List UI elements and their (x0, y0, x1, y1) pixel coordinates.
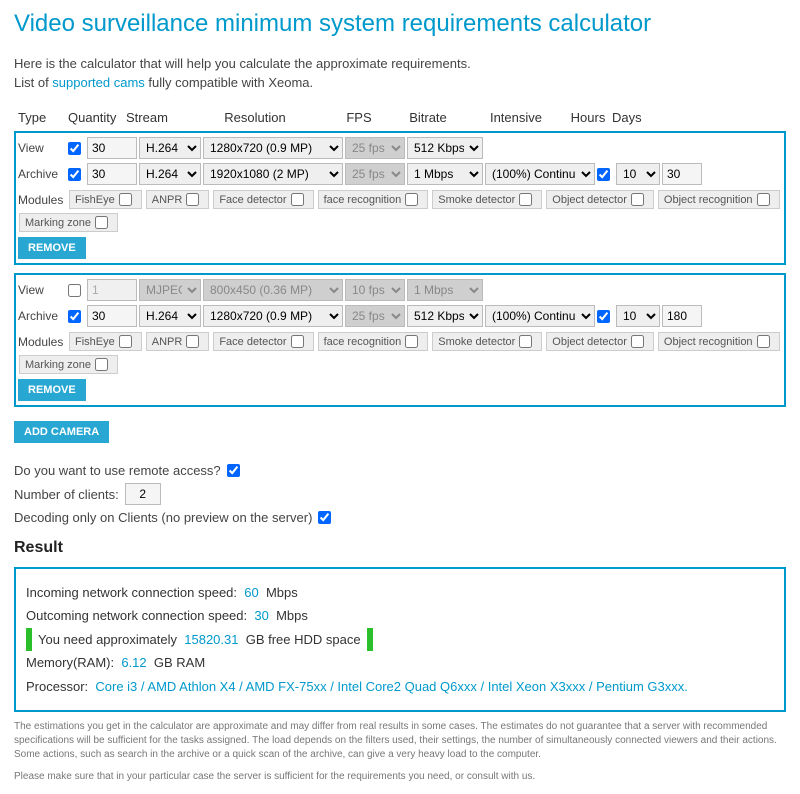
archive-res-select[interactable]: 1280x720 (0.9 MP) (203, 305, 343, 327)
module-fisheye[interactable]: FishEye (69, 190, 142, 209)
clients-input[interactable] (125, 483, 161, 505)
module-anpr[interactable]: ANPR (146, 332, 210, 351)
view-res-select[interactable]: 800x450 (0.36 MP) (203, 279, 343, 301)
remove-button[interactable]: REMOVE (18, 379, 86, 401)
archive-label: Archive (18, 167, 66, 181)
archive-hours-checkbox[interactable] (597, 310, 610, 323)
module-anpr[interactable]: ANPR (146, 190, 210, 209)
archive-fps-select[interactable]: 25 fps (345, 163, 405, 185)
clients-label: Number of clients: (14, 487, 119, 502)
archive-stream-select[interactable]: H.264 (139, 163, 201, 185)
module-object-recognition[interactable]: Object recognition (658, 190, 780, 209)
archive-qty-input[interactable] (87, 305, 137, 327)
module-face-recognition[interactable]: face recognition (318, 190, 429, 209)
view-checkbox[interactable] (68, 142, 81, 155)
archive-days-input[interactable] (662, 163, 702, 185)
hdd-value: 15820.31 (184, 632, 238, 647)
archive-label: Archive (18, 309, 66, 323)
remote-access-checkbox[interactable] (227, 464, 240, 477)
archive-hours-checkbox[interactable] (597, 168, 610, 181)
archive-hours-select[interactable]: 10 (616, 305, 660, 327)
module-object-detector[interactable]: Object detector (546, 332, 654, 351)
incoming-speed-value: 60 (244, 585, 258, 600)
archive-stream-select[interactable]: H.264 (139, 305, 201, 327)
module-object-recognition[interactable]: Object recognition (658, 332, 780, 351)
cpu-value: Core i3 / AMD Athlon X4 / AMD FX-75xx / … (95, 679, 687, 694)
archive-res-select[interactable]: 1920x1080 (2 MP) (203, 163, 343, 185)
archive-intensive-select[interactable]: (100%) Continu (485, 163, 595, 185)
module-marking-zone[interactable]: Marking zone (19, 213, 118, 232)
module-face-detector[interactable]: Face detector (213, 332, 313, 351)
archive-bitrate-select[interactable]: 1 Mbps (407, 163, 483, 185)
view-qty-input[interactable] (87, 279, 137, 301)
archive-hours-select[interactable]: 10 (616, 163, 660, 185)
view-label: View (18, 141, 66, 155)
view-stream-select[interactable]: MJPEG (139, 279, 201, 301)
module-smoke-detector[interactable]: Smoke detector (432, 190, 542, 209)
view-res-select[interactable]: 1280x720 (0.9 MP) (203, 137, 343, 159)
view-stream-select[interactable]: H.264 (139, 137, 201, 159)
remove-button[interactable]: REMOVE (18, 237, 86, 259)
result-heading: Result (14, 539, 786, 557)
module-face-detector[interactable]: Face detector (213, 190, 313, 209)
hdd-line: You need approximately 15820.31 GB free … (26, 628, 373, 651)
intro-line-2: List of supported cams fully compatible … (14, 75, 786, 90)
ram-value: 6.12 (121, 655, 146, 670)
archive-checkbox[interactable] (68, 168, 81, 181)
archive-qty-input[interactable] (87, 163, 137, 185)
column-headers: Type Quantity Stream Resolution FPS Bitr… (14, 104, 786, 131)
view-bitrate-select[interactable]: 1 Mbps (407, 279, 483, 301)
archive-bitrate-select[interactable]: 512 Kbps (407, 305, 483, 327)
view-checkbox[interactable] (68, 284, 81, 297)
module-smoke-detector[interactable]: Smoke detector (432, 332, 542, 351)
module-marking-zone[interactable]: Marking zone (19, 355, 118, 374)
modules-label: Modules (18, 193, 66, 207)
archive-intensive-select[interactable]: (100%) Continu (485, 305, 595, 327)
module-fisheye[interactable]: FishEye (69, 332, 142, 351)
remote-access-label: Do you want to use remote access? (14, 463, 221, 478)
view-bitrate-select[interactable]: 512 Kbps (407, 137, 483, 159)
supported-cams-link[interactable]: supported cams (52, 75, 145, 90)
footnote-2: Please make sure that in your particular… (14, 770, 786, 784)
archive-checkbox[interactable] (68, 310, 81, 323)
decode-checkbox[interactable] (318, 511, 331, 524)
intro-line-1: Here is the calculator that will help yo… (14, 56, 786, 71)
view-qty-input[interactable] (87, 137, 137, 159)
page-title: Video surveillance minimum system requir… (14, 10, 786, 38)
result-box: Incoming network connection speed: 60 Mb… (14, 567, 786, 712)
outgoing-speed-value: 30 (254, 608, 268, 623)
view-fps-select[interactable]: 10 fps (345, 279, 405, 301)
add-camera-button[interactable]: ADD CAMERA (14, 421, 109, 443)
view-fps-select[interactable]: 25 fps (345, 137, 405, 159)
camera-block-1: View H.264 1280x720 (0.9 MP) 25 fps 512 … (14, 131, 786, 265)
module-face-recognition[interactable]: face recognition (318, 332, 429, 351)
decode-label: Decoding only on Clients (no preview on … (14, 510, 312, 525)
footnote-1: The estimations you get in the calculato… (14, 720, 786, 762)
modules-label: Modules (18, 335, 66, 349)
archive-fps-select[interactable]: 25 fps (345, 305, 405, 327)
view-label: View (18, 283, 66, 297)
module-object-detector[interactable]: Object detector (546, 190, 654, 209)
archive-days-input[interactable] (662, 305, 702, 327)
camera-block-2: View MJPEG 800x450 (0.36 MP) 10 fps 1 Mb… (14, 273, 786, 407)
